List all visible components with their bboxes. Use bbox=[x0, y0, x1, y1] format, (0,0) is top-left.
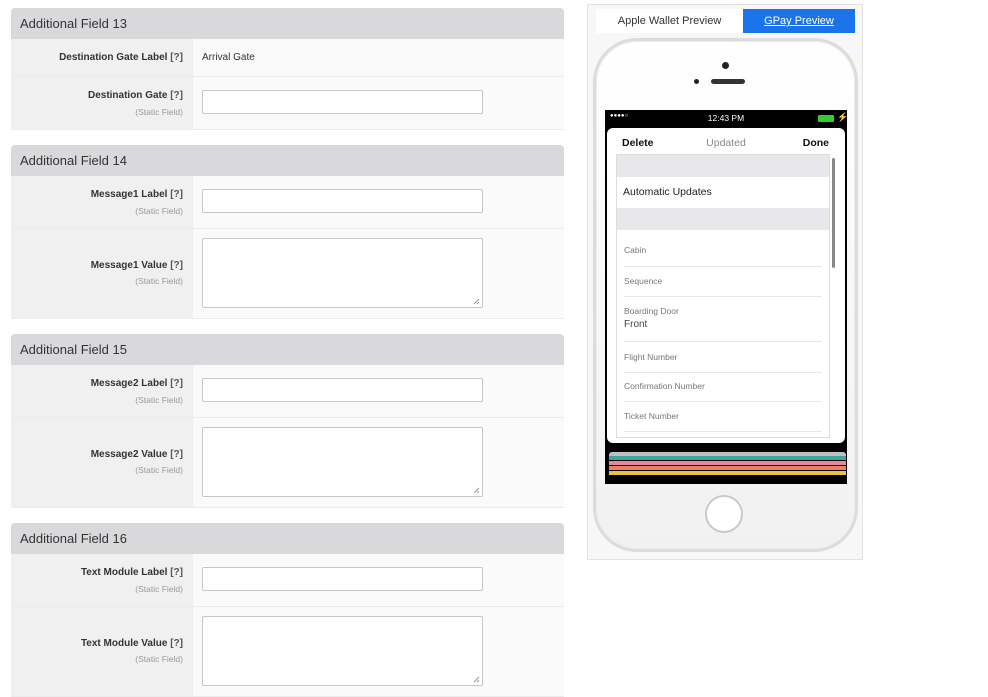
static-field-note: (Static Field) bbox=[135, 395, 183, 405]
pass-details-list: Automatic Updates Cabin Sequence Boardin… bbox=[616, 154, 830, 438]
automatic-updates-toggle-row[interactable]: Automatic Updates bbox=[617, 178, 829, 206]
pass-stack bbox=[609, 466, 846, 470]
help-link[interactable]: [?] bbox=[170, 378, 183, 389]
field-row: Destination Gate Label [?] Arrival Gate bbox=[11, 39, 564, 77]
section-title: Additional Field 14 bbox=[11, 145, 564, 176]
field-value: Arrival Gate bbox=[202, 52, 255, 63]
static-field-note: (Static Field) bbox=[135, 584, 183, 594]
help-link[interactable]: [?] bbox=[170, 189, 183, 200]
list-item: Confirmation Number bbox=[624, 381, 822, 402]
static-field-note: (Static Field) bbox=[135, 465, 183, 475]
help-link[interactable]: [?] bbox=[170, 52, 183, 63]
list-item: Flight Number bbox=[624, 352, 822, 373]
scrollbar[interactable] bbox=[832, 158, 835, 268]
field-label: Sequence bbox=[624, 276, 663, 286]
resize-grip-icon[interactable] bbox=[473, 298, 480, 305]
field-label: Confirmation Number bbox=[624, 381, 705, 391]
charging-icon: ⚡ bbox=[837, 112, 849, 122]
tab-apple-wallet-preview[interactable]: Apple Wallet Preview bbox=[596, 9, 743, 33]
field-label: Flight Number bbox=[624, 352, 678, 362]
field-row: Destination Gate [?] (Static Field) bbox=[11, 77, 564, 130]
done-button[interactable]: Done bbox=[803, 137, 829, 149]
field-label: Message1 Value bbox=[90, 260, 168, 271]
field-label: Boarding Door bbox=[624, 306, 679, 316]
home-button[interactable] bbox=[705, 495, 743, 533]
field-label: Message2 Label bbox=[90, 378, 168, 389]
resize-grip-icon[interactable] bbox=[473, 676, 480, 683]
message2-label-input[interactable] bbox=[202, 378, 483, 402]
message1-label-input[interactable] bbox=[202, 189, 483, 213]
section-title: Additional Field 16 bbox=[11, 523, 564, 554]
pass-stack bbox=[609, 471, 846, 475]
field-row: Text Module Value [?] (Static Field) bbox=[11, 607, 564, 697]
tab-gpay-preview[interactable]: GPay Preview bbox=[743, 9, 855, 33]
clock: 12:43 PM bbox=[707, 113, 745, 123]
field-row: Message1 Value [?] (Static Field) bbox=[11, 229, 564, 319]
field-label: Destination Gate Label bbox=[59, 52, 168, 63]
field-row: Message2 Value [?] (Static Field) bbox=[11, 418, 564, 508]
section-additional-field-16: Additional Field 16 Text Module Label [?… bbox=[11, 523, 564, 697]
field-row: Text Module Label [?] (Static Field) bbox=[11, 554, 564, 607]
message2-value-textarea[interactable] bbox=[202, 427, 483, 497]
static-field-note: (Static Field) bbox=[135, 107, 183, 117]
static-field-note: (Static Field) bbox=[135, 206, 183, 216]
message1-value-textarea[interactable] bbox=[202, 238, 483, 308]
list-item: Ticket Number bbox=[624, 411, 822, 432]
status-bar: ●●●●○ 12:43 PM ⚡ bbox=[605, 110, 849, 126]
camera-icon bbox=[722, 62, 729, 69]
field-row: Message2 Label [?] (Static Field) bbox=[11, 365, 564, 418]
field-label: Destination Gate bbox=[87, 90, 168, 101]
field-label: Message1 Label bbox=[90, 189, 168, 200]
section-title: Additional Field 13 bbox=[11, 8, 564, 39]
battery-icon bbox=[818, 115, 834, 122]
help-link[interactable]: [?] bbox=[170, 638, 183, 649]
help-link[interactable]: [?] bbox=[170, 567, 183, 578]
field-label: Cabin bbox=[624, 245, 647, 255]
field-label: Text Module Label bbox=[80, 567, 168, 578]
static-field-note: (Static Field) bbox=[135, 654, 183, 664]
help-link[interactable]: [?] bbox=[170, 449, 183, 460]
destination-gate-input[interactable] bbox=[202, 90, 483, 114]
text-module-label-input[interactable] bbox=[202, 567, 483, 591]
pass-stack bbox=[609, 461, 846, 465]
list-item: Boarding Door Front bbox=[624, 306, 822, 342]
field-value: Front bbox=[624, 319, 648, 330]
pass-stack bbox=[609, 456, 846, 460]
field-label: Text Module Value bbox=[80, 638, 168, 649]
section-additional-field-13: Additional Field 13 Destination Gate Lab… bbox=[11, 8, 564, 130]
list-item: Sequence bbox=[624, 276, 822, 297]
speaker-icon bbox=[711, 79, 745, 84]
section-additional-field-15: Additional Field 15 Message2 Label [?] (… bbox=[11, 334, 564, 508]
help-link[interactable]: [?] bbox=[170, 260, 183, 271]
field-label: Ticket Number bbox=[624, 411, 679, 421]
section-title: Additional Field 15 bbox=[11, 334, 564, 365]
section-additional-field-14: Additional Field 14 Message1 Label [?] (… bbox=[11, 145, 564, 319]
static-field-note: (Static Field) bbox=[135, 276, 183, 286]
help-link[interactable]: [?] bbox=[170, 90, 183, 101]
sensor-icon bbox=[694, 79, 699, 84]
resize-grip-icon[interactable] bbox=[473, 487, 480, 494]
list-item: Cabin bbox=[624, 245, 822, 267]
field-row: Message1 Label [?] (Static Field) bbox=[11, 176, 564, 229]
text-module-value-textarea[interactable] bbox=[202, 616, 483, 686]
field-label: Message2 Value bbox=[90, 449, 168, 460]
